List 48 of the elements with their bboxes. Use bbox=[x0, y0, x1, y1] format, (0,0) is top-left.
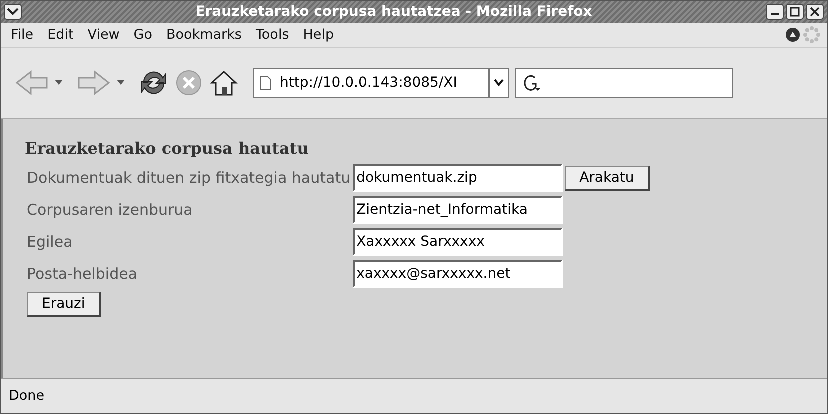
reload-button[interactable] bbox=[139, 69, 169, 97]
input-field[interactable]: dokumentuak.zip bbox=[352, 164, 563, 192]
left-arrow-icon bbox=[15, 70, 49, 96]
menu-item[interactable]: Bookmarks bbox=[162, 25, 250, 45]
stop-icon bbox=[175, 69, 203, 97]
search-engine-icon bbox=[522, 73, 542, 93]
maximize-button[interactable] bbox=[786, 4, 804, 20]
submit-button[interactable]: Erauzi bbox=[27, 292, 102, 317]
menu-item[interactable]: Help bbox=[299, 25, 342, 45]
menu-item[interactable]: Tools bbox=[252, 25, 298, 45]
menu-item[interactable]: File bbox=[7, 25, 42, 45]
url-text: http://10.0.0.143:8085/XI bbox=[280, 75, 458, 91]
house-icon bbox=[209, 69, 239, 97]
input-field[interactable]: Zientzia-net_Informatika bbox=[352, 196, 563, 224]
reload-icon bbox=[139, 69, 169, 97]
home-button[interactable] bbox=[209, 69, 239, 97]
browse-button[interactable]: Arakatu bbox=[564, 166, 650, 190]
search-field[interactable] bbox=[515, 68, 733, 98]
back-history-button[interactable] bbox=[55, 80, 63, 86]
chevron-down-icon bbox=[7, 8, 19, 16]
page-icon bbox=[260, 76, 272, 90]
field-label: Egilea bbox=[27, 233, 74, 251]
field-label: Posta-helbidea bbox=[27, 265, 139, 283]
caret-icon bbox=[117, 80, 125, 86]
chevron-down-icon bbox=[494, 79, 504, 87]
address-dropdown-button[interactable] bbox=[489, 68, 509, 98]
stop-button[interactable] bbox=[175, 69, 203, 97]
window-title: Erauzketarako corpusa hautatzea - Mozilla Firefox bbox=[194, 4, 594, 20]
close-button[interactable] bbox=[806, 4, 824, 20]
page-heading: Erauzketarako corpusa hautatu bbox=[25, 139, 310, 158]
forward-history-button[interactable] bbox=[117, 80, 125, 86]
window-menu-button[interactable] bbox=[4, 4, 22, 20]
menu-item[interactable]: View bbox=[84, 25, 128, 45]
address-field[interactable]: http://10.0.0.143:8085/XI bbox=[253, 68, 489, 98]
field-label: Corpusaren izenburua bbox=[27, 201, 194, 219]
status-indicator-icon bbox=[785, 27, 801, 43]
close-icon bbox=[810, 7, 820, 17]
maximize-icon bbox=[790, 7, 800, 17]
status-text: Done bbox=[9, 388, 45, 404]
input-field[interactable]: xaxxxx@sarxxxxx.net bbox=[352, 260, 563, 288]
caret-icon bbox=[55, 80, 63, 86]
right-arrow-icon bbox=[77, 70, 111, 96]
menu-item[interactable]: Go bbox=[130, 25, 161, 45]
minimize-button[interactable] bbox=[766, 4, 784, 20]
menu-item[interactable]: Edit bbox=[44, 25, 82, 45]
field-label: Dokumentuak dituen zip fitxategia hautatu bbox=[27, 169, 351, 187]
throbber-icon bbox=[803, 26, 821, 44]
input-field[interactable]: Xaxxxxx Sarxxxxx bbox=[352, 228, 563, 256]
